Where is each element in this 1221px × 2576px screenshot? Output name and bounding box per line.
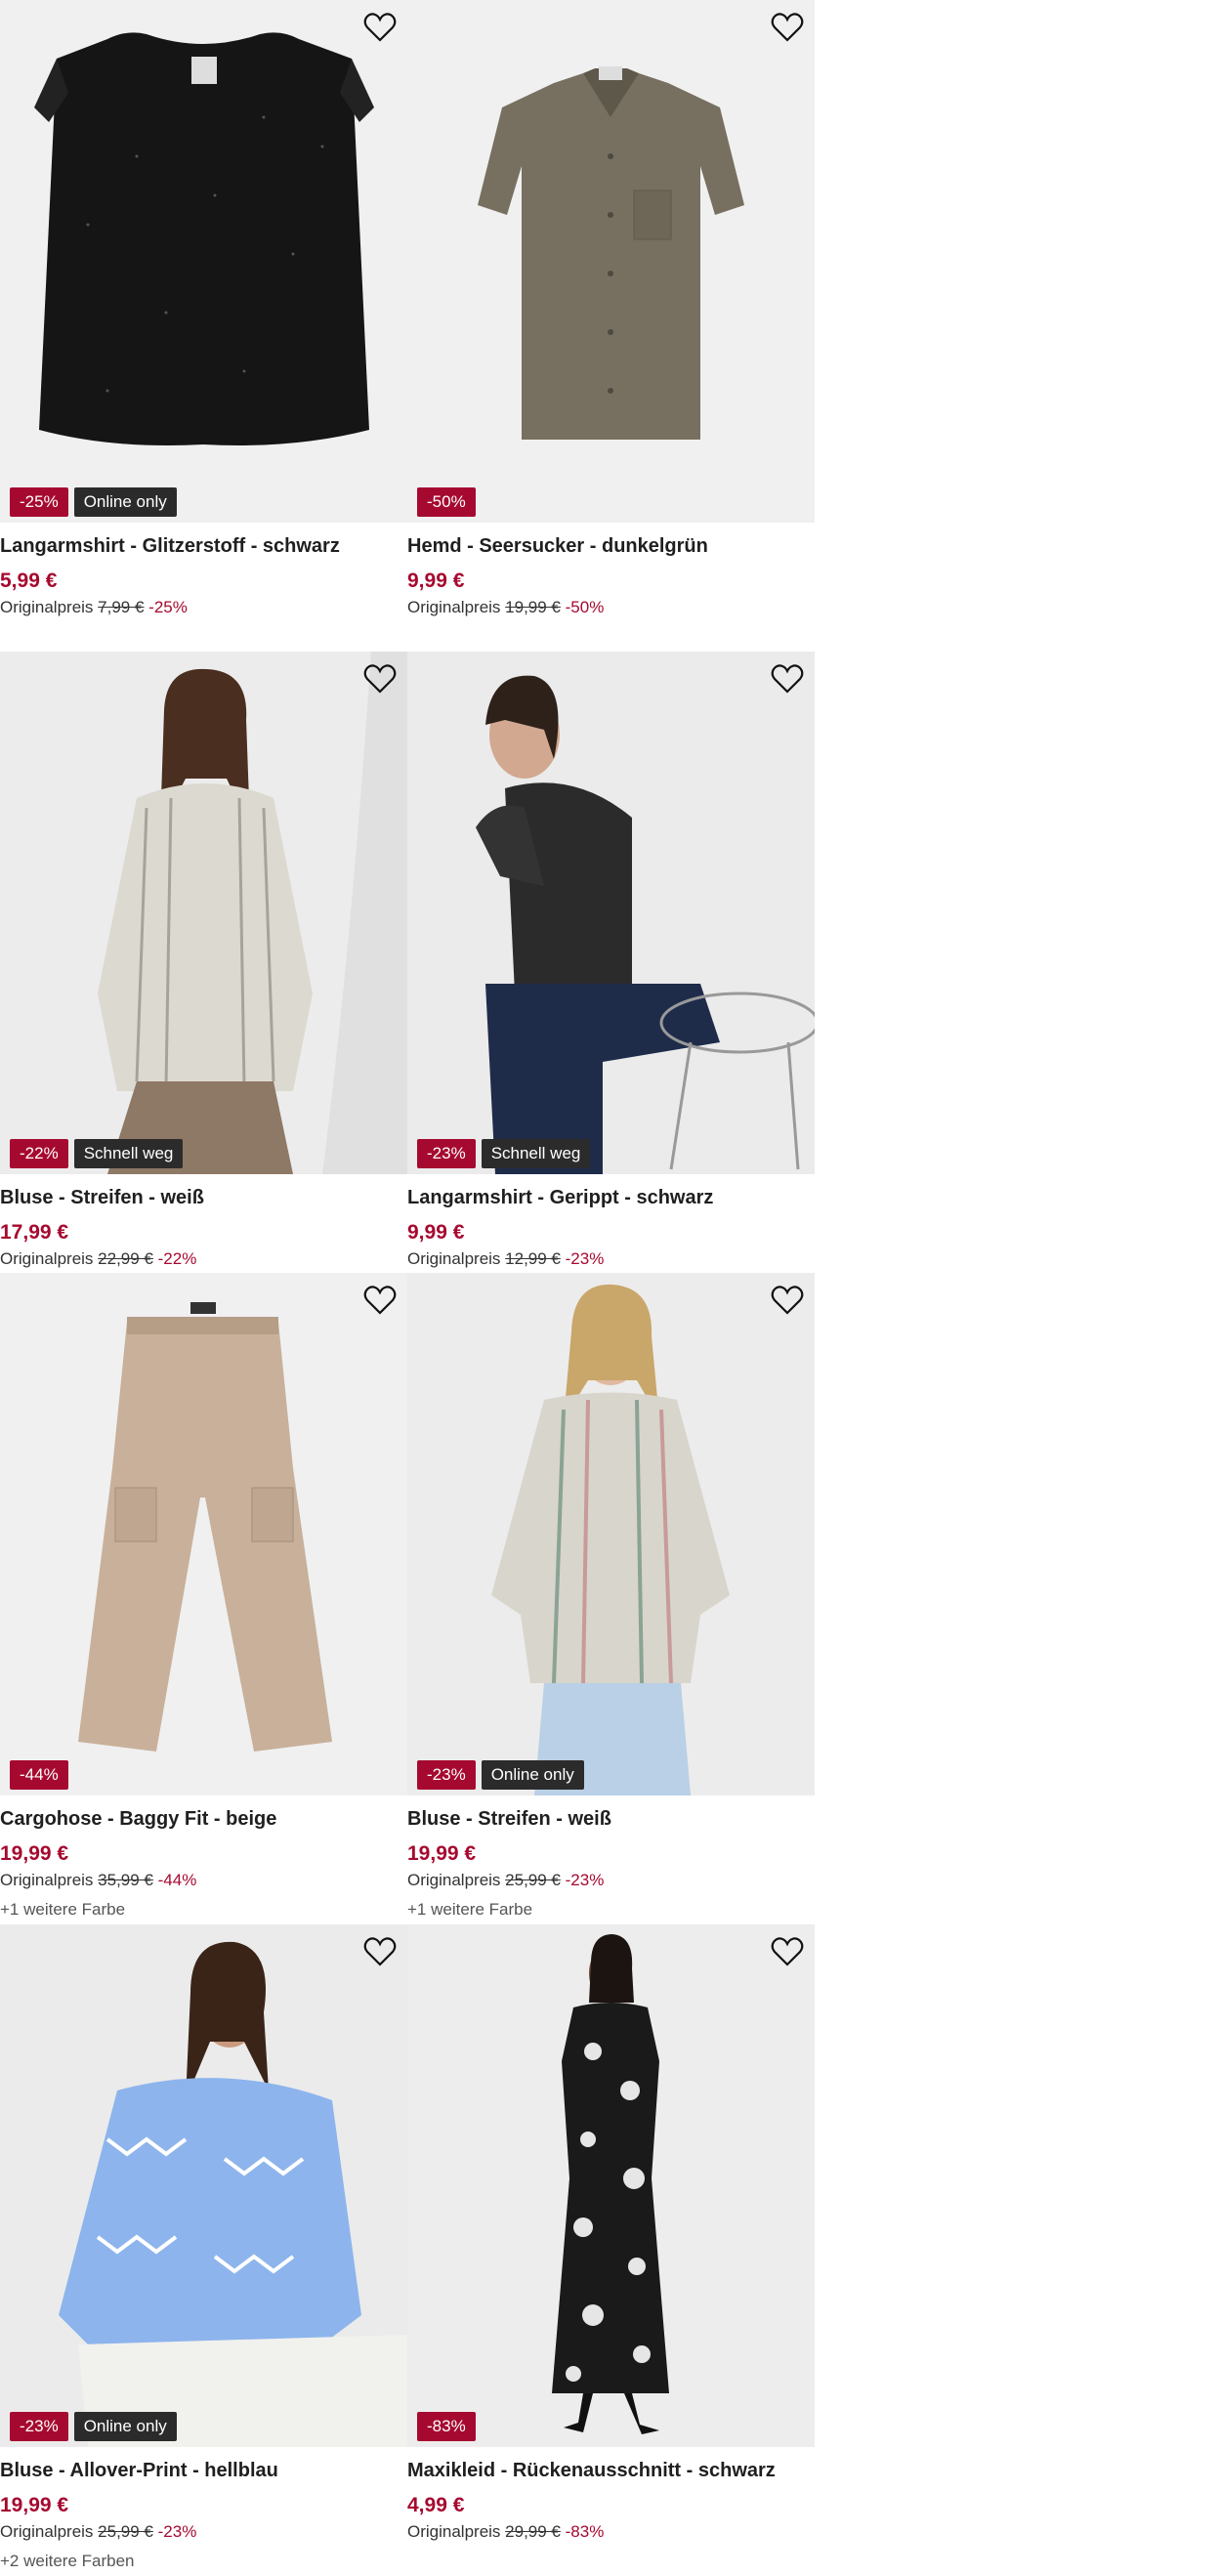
- discount-percent: -23%: [565, 1871, 605, 1889]
- online-only-badge: Online only: [73, 487, 177, 517]
- original-price-label: Originalpreis: [407, 2522, 501, 2541]
- discount-percent: -23%: [565, 1249, 605, 1268]
- original-price-label: Originalpreis: [0, 1249, 94, 1268]
- heart-icon[interactable]: [770, 1285, 805, 1316]
- product-card[interactable]: -44% Cargohose - Baggy Fit - beige 19,99…: [0, 1273, 407, 1924]
- product-card[interactable]: -23% Online only Bluse - Allover-Print -…: [0, 1924, 407, 2576]
- original-price-label: Originalpreis: [0, 1871, 94, 1889]
- original-price-line: Originalpreis 7,99 € -25%: [0, 598, 188, 617]
- product-image[interactable]: -23% Online only: [407, 1273, 815, 1795]
- original-price-label: Originalpreis: [0, 2522, 94, 2541]
- discount-percent: -83%: [565, 2522, 605, 2541]
- badges: -23% Online only: [417, 1760, 584, 1790]
- discount-percent: -50%: [565, 598, 605, 616]
- heart-icon[interactable]: [362, 663, 398, 695]
- heart-icon[interactable]: [770, 1936, 805, 1967]
- badges: -23% Schnell weg: [417, 1139, 591, 1168]
- old-price: 7,99 €: [98, 598, 145, 616]
- heart-icon[interactable]: [770, 663, 805, 695]
- product-price: 19,99 €: [0, 1842, 69, 1865]
- old-price: 29,99 €: [505, 2522, 561, 2541]
- discount-badge: -23%: [417, 1139, 476, 1168]
- badges: -22% Schnell weg: [10, 1139, 184, 1168]
- product-title[interactable]: Bluse - Allover-Print - hellblau: [0, 2460, 278, 2482]
- discount-badge: -23%: [417, 1760, 476, 1790]
- more-colors-link[interactable]: +1 weitere Farbe: [0, 1900, 125, 1920]
- product-title[interactable]: Cargohose - Baggy Fit - beige: [0, 1808, 276, 1831]
- old-price: 12,99 €: [505, 1249, 561, 1268]
- discount-percent: -25%: [148, 598, 188, 616]
- discount-badge: -25%: [10, 487, 68, 517]
- product-title[interactable]: Bluse - Streifen - weiß: [0, 1187, 204, 1209]
- heart-icon[interactable]: [362, 12, 398, 43]
- badges: -23% Online only: [10, 2412, 177, 2441]
- badges: -83%: [417, 2412, 476, 2441]
- original-price-label: Originalpreis: [0, 598, 94, 616]
- original-price-line: Originalpreis 25,99 € -23%: [0, 2522, 196, 2542]
- online-only-badge: Online only: [73, 2412, 177, 2441]
- product-price: 17,99 €: [0, 1221, 69, 1244]
- product-price: 9,99 €: [407, 1221, 465, 1244]
- old-price: 22,99 €: [98, 1249, 153, 1268]
- discount-badge: -50%: [417, 487, 476, 517]
- product-price: 19,99 €: [0, 2494, 69, 2516]
- heart-icon[interactable]: [362, 1285, 398, 1316]
- original-price-label: Originalpreis: [407, 598, 501, 616]
- discount-badge: -23%: [10, 2412, 68, 2441]
- product-card[interactable]: -23% Online only Bluse - Streifen - weiß…: [407, 1273, 815, 1924]
- product-title[interactable]: Hemd - Seersucker - dunkelgrün: [407, 535, 708, 558]
- product-image[interactable]: -83%: [407, 1924, 815, 2447]
- original-price-line: Originalpreis 25,99 € -23%: [407, 1871, 604, 1890]
- discount-badge: -83%: [417, 2412, 476, 2441]
- badges: -25% Online only: [10, 487, 177, 517]
- more-colors-link[interactable]: +2 weitere Farben: [0, 2552, 135, 2571]
- more-colors-link[interactable]: +1 weitere Farbe: [407, 1900, 532, 1920]
- product-title[interactable]: Bluse - Streifen - weiß: [407, 1808, 611, 1831]
- online-only-badge: Online only: [481, 1760, 584, 1790]
- original-price-line: Originalpreis 29,99 € -83%: [407, 2522, 604, 2542]
- original-price-line: Originalpreis 12,99 € -23%: [407, 1249, 604, 1269]
- product-price: 9,99 €: [407, 570, 465, 592]
- discount-percent: -44%: [157, 1871, 197, 1889]
- product-title[interactable]: Langarmshirt - Glitzerstoff - schwarz: [0, 535, 340, 558]
- product-card[interactable]: -23% Schnell weg Langarmshirt - Gerippt …: [407, 652, 815, 1273]
- product-price: 4,99 €: [407, 2494, 465, 2516]
- discount-badge: -44%: [10, 1760, 68, 1790]
- original-price-label: Originalpreis: [407, 1249, 501, 1268]
- old-price: 25,99 €: [98, 2522, 153, 2541]
- discount-percent: -23%: [157, 2522, 197, 2541]
- original-price-line: Originalpreis 22,99 € -22%: [0, 1249, 196, 1269]
- old-price: 19,99 €: [505, 598, 561, 616]
- product-image[interactable]: -44%: [0, 1273, 407, 1795]
- product-title[interactable]: Maxikleid - Rückenausschnitt - schwarz: [407, 2460, 776, 2482]
- schnell-weg-badge: Schnell weg: [73, 1139, 184, 1168]
- schnell-weg-badge: Schnell weg: [481, 1139, 591, 1168]
- product-image[interactable]: -23% Schnell weg: [407, 652, 815, 1174]
- product-image[interactable]: -22% Schnell weg: [0, 652, 407, 1174]
- product-card[interactable]: -25% Online only Langarmshirt - Glitzers…: [0, 0, 407, 652]
- heart-icon[interactable]: [770, 12, 805, 43]
- original-price-label: Originalpreis: [407, 1871, 501, 1889]
- discount-badge: -22%: [10, 1139, 68, 1168]
- heart-icon[interactable]: [362, 1936, 398, 1967]
- product-card[interactable]: -22% Schnell weg Bluse - Streifen - weiß…: [0, 652, 407, 1273]
- old-price: 25,99 €: [505, 1871, 561, 1889]
- product-card[interactable]: -50% Hemd - Seersucker - dunkelgrün 9,99…: [407, 0, 815, 652]
- original-price-line: Originalpreis 19,99 € -50%: [407, 598, 604, 617]
- product-image[interactable]: -25% Online only: [0, 0, 407, 523]
- discount-percent: -22%: [157, 1249, 197, 1268]
- badges: -50%: [417, 487, 476, 517]
- product-title[interactable]: Langarmshirt - Gerippt - schwarz: [407, 1187, 713, 1209]
- original-price-line: Originalpreis 35,99 € -44%: [0, 1871, 196, 1890]
- old-price: 35,99 €: [98, 1871, 153, 1889]
- product-image[interactable]: -50%: [407, 0, 815, 523]
- product-price: 5,99 €: [0, 570, 58, 592]
- product-image[interactable]: -23% Online only: [0, 1924, 407, 2447]
- product-price: 19,99 €: [407, 1842, 477, 1865]
- badges: -44%: [10, 1760, 68, 1790]
- product-card[interactable]: -83% Maxikleid - Rückenausschnitt - schw…: [407, 1924, 815, 2576]
